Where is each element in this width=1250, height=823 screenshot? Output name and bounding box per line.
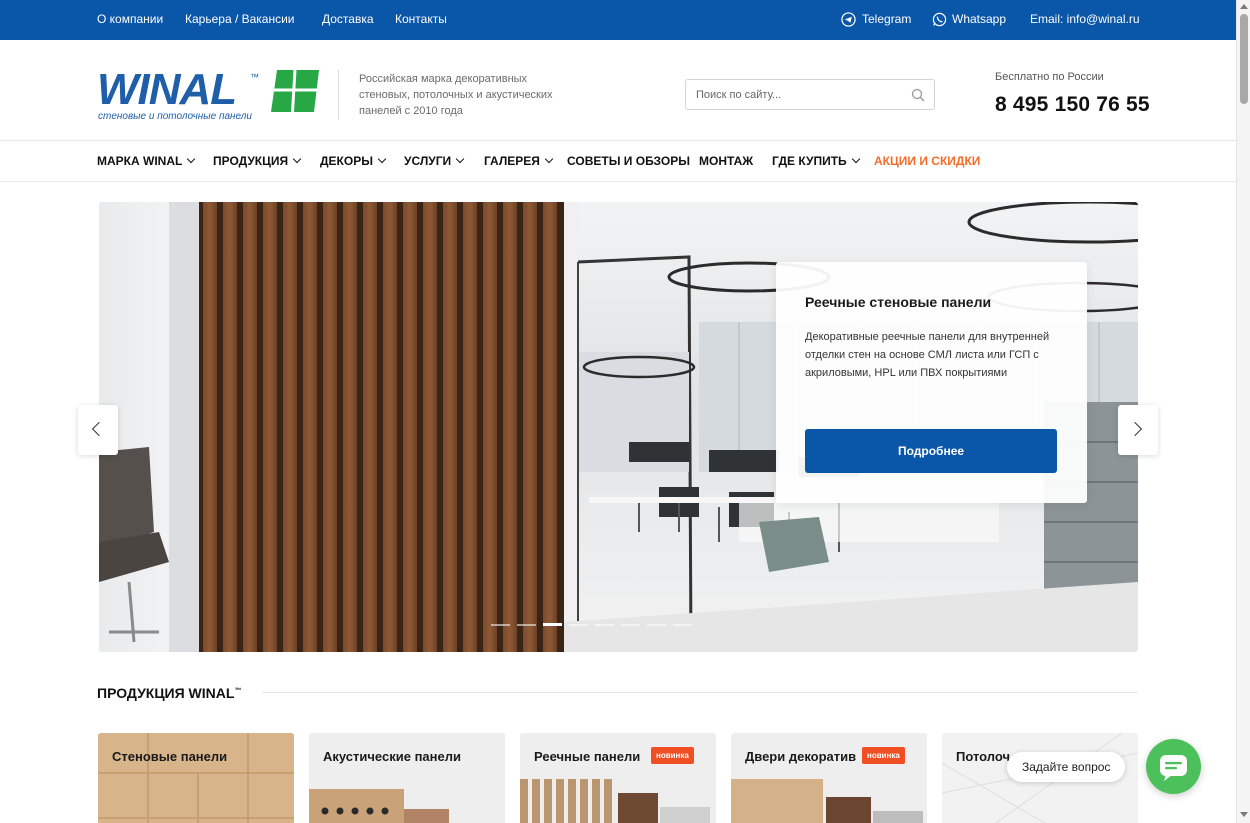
topbar-link-contacts[interactable]: Контакты bbox=[395, 12, 447, 26]
product-card-doors[interactable]: Двери декоратив новинка bbox=[731, 733, 927, 823]
chevron-down-icon bbox=[544, 154, 554, 164]
telegram-link[interactable]: Telegram bbox=[862, 12, 911, 26]
new-badge: новинка bbox=[862, 747, 905, 764]
slider-next-button[interactable] bbox=[1118, 405, 1158, 455]
logo-tagline: стеновые и потолочные панели bbox=[98, 111, 252, 122]
product-card-slat-panels[interactable]: Реечные панели новинка bbox=[520, 733, 716, 823]
new-badge: новинка bbox=[651, 747, 694, 764]
nav-item-brand[interactable]: МАРКА WINAL bbox=[97, 154, 196, 168]
page-scrollbar[interactable] bbox=[1236, 0, 1250, 823]
hero-slider: Реечные стеновые панели Декоративные рее… bbox=[99, 202, 1138, 652]
scroll-down-icon[interactable] bbox=[1240, 812, 1248, 817]
nav-item-decors[interactable]: ДЕКОРЫ bbox=[320, 154, 387, 168]
main-navigation: МАРКА WINAL ПРОДУКЦИЯ ДЕКОРЫ УСЛУГИ ГАЛЕ… bbox=[0, 140, 1236, 182]
nav-item-sales[interactable]: АКЦИИ И СКИДКИ bbox=[874, 154, 980, 168]
product-card-label: Акустические панели bbox=[323, 749, 461, 764]
brand-description: Российская марка декоративных стеновых, … bbox=[359, 73, 553, 117]
slider-dot[interactable] bbox=[517, 624, 536, 626]
nav-item-where-to-buy[interactable]: ГДЕ КУПИТЬ bbox=[772, 154, 860, 168]
chevron-down-icon bbox=[377, 154, 387, 164]
telegram-icon bbox=[841, 12, 856, 27]
ask-question-bubble[interactable]: Задайте вопрос bbox=[1007, 752, 1126, 782]
logo-wordmark: WINAL bbox=[97, 65, 237, 114]
phone-number-link[interactable]: 8 495 150 76 55 bbox=[995, 93, 1150, 117]
topbar-link-delivery[interactable]: Доставка bbox=[322, 12, 374, 26]
product-card-label: Стеновые панели bbox=[112, 749, 228, 764]
chat-icon bbox=[1160, 755, 1187, 781]
search-input[interactable] bbox=[696, 87, 906, 103]
product-card-label: Реечные панели bbox=[534, 749, 641, 764]
chevron-down-icon bbox=[455, 154, 465, 164]
slider-dot-active[interactable] bbox=[543, 623, 562, 626]
acoustic-panel-image bbox=[309, 733, 505, 823]
nav-item-services[interactable]: УСЛУГИ bbox=[404, 154, 465, 168]
email-link[interactable]: Email: info@winal.ru bbox=[1030, 12, 1140, 26]
site-search bbox=[685, 79, 935, 110]
chevron-left-icon bbox=[91, 421, 107, 437]
slide-caption-card: Реечные стеновые панели Декоративные рее… bbox=[776, 262, 1087, 503]
whatsapp-icon bbox=[932, 12, 947, 27]
nav-item-products[interactable]: ПРОДУКЦИЯ bbox=[213, 154, 302, 168]
slider-dot[interactable] bbox=[595, 624, 614, 626]
chat-button[interactable] bbox=[1146, 739, 1201, 794]
slider-prev-button[interactable] bbox=[78, 405, 118, 455]
section-divider bbox=[262, 692, 1138, 693]
slider-dot[interactable] bbox=[569, 624, 588, 626]
nav-item-installation[interactable]: МОНТАЖ bbox=[699, 154, 753, 168]
slide-description: Декоративные реечные панели для внутренн… bbox=[805, 331, 1050, 379]
chevron-right-icon bbox=[1127, 421, 1143, 437]
product-card-acoustic-panels[interactable]: Акустические панели bbox=[309, 733, 505, 823]
slide-more-button[interactable]: Подробнее bbox=[805, 429, 1057, 473]
nav-item-gallery[interactable]: ГАЛЕРЕЯ bbox=[484, 154, 554, 168]
slider-dot[interactable] bbox=[673, 624, 692, 626]
product-card-label: Двери декоратив bbox=[745, 749, 857, 764]
scroll-up-icon[interactable] bbox=[1240, 4, 1248, 9]
whatsapp-link[interactable]: Whatsapp bbox=[952, 12, 1006, 26]
top-bar: О компании Карьера / Вакансии Доставка К… bbox=[0, 0, 1250, 40]
slider-dot[interactable] bbox=[647, 624, 666, 626]
phone-caption: Бесплатно по России bbox=[995, 71, 1104, 83]
slide-title: Реечные стеновые панели bbox=[805, 294, 992, 310]
wood-panel-image bbox=[98, 733, 294, 823]
slider-dot[interactable] bbox=[621, 624, 640, 626]
topbar-link-about[interactable]: О компании bbox=[97, 12, 163, 26]
chevron-down-icon bbox=[851, 154, 860, 164]
nav-item-tips[interactable]: СОВЕТЫ И ОБЗОРЫ bbox=[567, 154, 690, 168]
product-card-label: Потолоч bbox=[956, 749, 1011, 764]
slider-dot[interactable] bbox=[491, 624, 510, 626]
chevron-down-icon bbox=[292, 154, 302, 164]
chevron-down-icon bbox=[187, 154, 196, 164]
logo-mark-icon bbox=[271, 70, 319, 112]
scrollbar-thumb[interactable] bbox=[1240, 14, 1248, 104]
product-card-wall-panels[interactable]: Стеновые панели bbox=[98, 733, 294, 823]
site-logo[interactable]: WINAL ™ стеновые и потолочные панели bbox=[97, 65, 322, 122]
search-icon[interactable] bbox=[911, 88, 925, 102]
logo-trademark: ™ bbox=[250, 72, 259, 82]
products-section-title: ПРОДУКЦИЯ WINAL™ bbox=[97, 685, 242, 701]
header-divider bbox=[338, 70, 339, 120]
topbar-link-careers[interactable]: Карьера / Вакансии bbox=[185, 12, 295, 26]
